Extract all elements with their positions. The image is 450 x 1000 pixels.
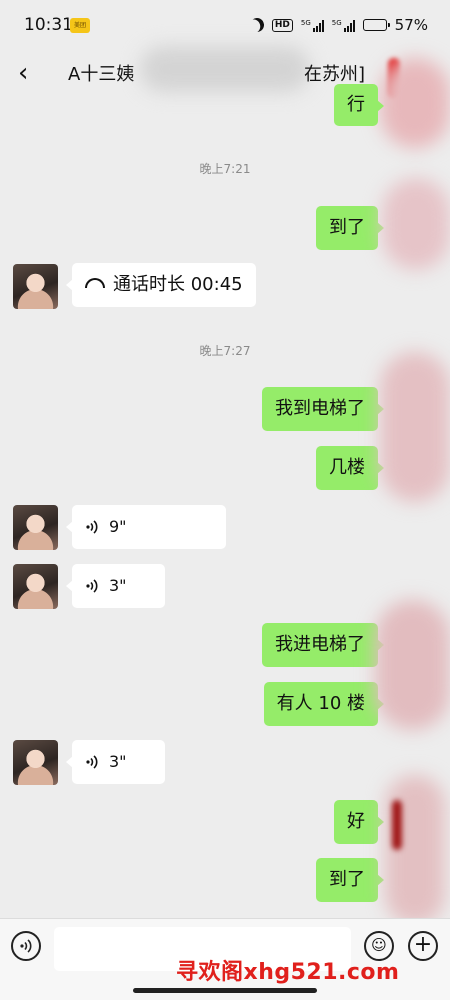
status-time: 10:31 [24,15,73,35]
message-text: 我进电梯了 [275,634,365,655]
home-indicator[interactable] [133,988,317,993]
voice-wave-icon [86,755,98,769]
battery-icon [362,19,390,31]
voice-input-button[interactable] [11,931,41,961]
message-bubble[interactable]: 行 [334,84,384,126]
voice-message[interactable]: 9" [66,505,226,549]
voice-duration: 3" [109,576,127,595]
signal-icon: 5G [301,19,324,32]
voice-wave-icon [20,939,32,953]
redaction-blur [392,800,402,850]
redaction-blur [380,58,450,148]
more-button[interactable]: + [408,931,438,961]
avatar[interactable] [13,564,58,609]
message-text: 几楼 [329,457,365,478]
timestamp: 晚上7:27 [199,344,251,358]
message-bubble[interactable]: 我到电梯了 [262,387,384,431]
message-text: 到了 [329,217,365,238]
chat-header: ‹ A十三姨 在苏州] [0,46,450,148]
network-label: 5G [300,18,311,27]
hd-icon: HD [271,18,293,32]
message-bubble[interactable]: 到了 [316,858,384,902]
message-bubble[interactable]: 好 [334,800,384,844]
voice-wave-icon [86,520,98,534]
message-bubble[interactable]: 我进电梯了 [262,623,384,667]
watermark: 寻欢阁xhg521.com [176,960,400,985]
voice-message[interactable]: 3" [66,740,165,784]
chat-title-suffix: 在苏州] [304,64,366,85]
message-text: 我到电梯了 [275,398,365,419]
app-notification-icon: 美团 [70,18,90,33]
avatar[interactable] [13,505,58,550]
phone-hangup-icon [85,278,105,288]
smile-icon: ☺ [371,936,387,954]
call-bubble[interactable]: 通话时长 00:45 [66,263,256,307]
call-duration-text: 通话时长 00:45 [113,274,243,295]
message-text: 好 [347,811,365,832]
plus-icon: + [413,932,433,957]
message-text: 有人 10 楼 [276,693,365,714]
redaction-blur [375,600,450,730]
message-text: 行 [347,94,365,115]
status-icons: HD 5G 5G 57% [250,16,428,34]
do-not-disturb-icon [248,16,266,34]
network-label-2: 5G [331,18,342,27]
redaction-blur [140,46,310,92]
battery-percent: 57% [394,16,428,34]
voice-message[interactable]: 3" [66,564,165,608]
message-bubble[interactable]: 有人 10 楼 [263,682,385,726]
avatar[interactable] [13,264,58,309]
avatar[interactable] [13,740,58,785]
redaction-blur [380,352,450,502]
signal-icon-2: 5G [332,19,355,32]
chevron-left-icon[interactable]: ‹ [18,60,28,86]
chat-title: A十三姨 [68,64,135,85]
message-bubble[interactable]: 到了 [316,206,384,250]
voice-duration: 3" [109,752,127,771]
redaction-blur [385,775,445,925]
message-bubble[interactable]: 几楼 [316,446,384,490]
timestamp: 晚上7:21 [199,162,251,176]
redaction-blur [382,178,450,270]
message-text: 到了 [329,869,365,890]
voice-duration: 9" [109,517,127,536]
voice-wave-icon [86,579,98,593]
